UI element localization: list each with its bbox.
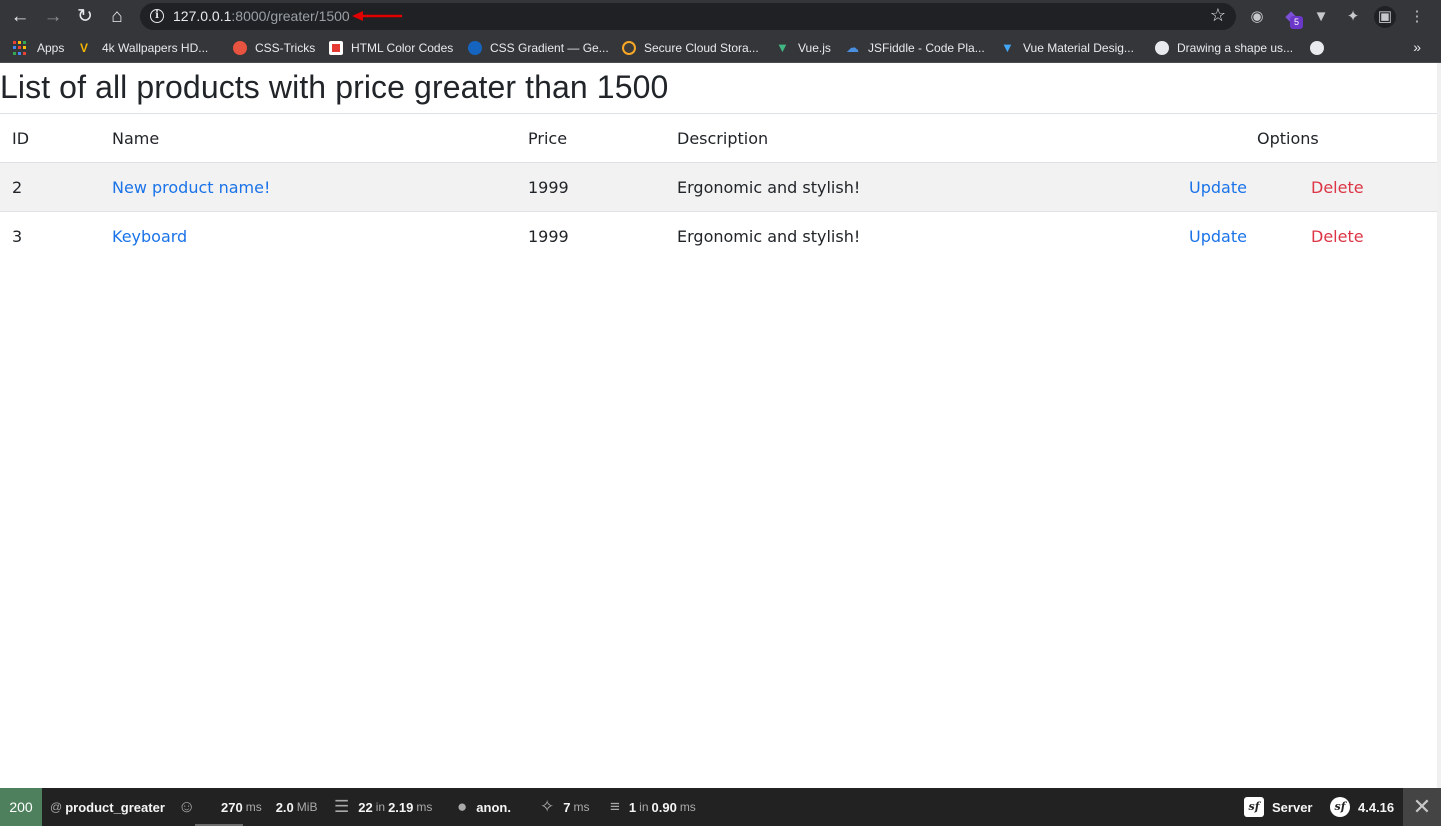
delete-link[interactable]: Delete: [1311, 227, 1364, 246]
extensions-puzzle-icon[interactable]: ✦: [1342, 6, 1364, 28]
globe-icon: [1310, 41, 1324, 55]
css-tricks-icon: [233, 41, 247, 55]
vue-icon: ▼: [776, 40, 789, 55]
database-icon: ≡: [610, 797, 620, 816]
bookmark-jsfiddle[interactable]: ☁ JSFiddle - Code Pla...: [846, 40, 985, 56]
extension-badge: 5: [1290, 16, 1303, 29]
more-bookmarks-icon[interactable]: »: [1413, 39, 1421, 55]
update-link[interactable]: Update: [1189, 227, 1247, 246]
bookmark-globe[interactable]: [1310, 40, 1332, 56]
page-content: List of all products with price greater …: [0, 63, 1437, 788]
camera-icon[interactable]: ◉: [1246, 6, 1268, 28]
close-toolbar-icon[interactable]: ✕: [1403, 788, 1441, 826]
status-code-badge[interactable]: 200: [0, 788, 42, 826]
bookmark-drawing-shape[interactable]: Drawing a shape us...: [1155, 40, 1293, 56]
symfony-version-info[interactable]: sf 4.4.16: [1330, 788, 1394, 826]
table-header-row: ID Name Price Description Options: [0, 113, 1437, 163]
cloud-storage-icon: [622, 41, 636, 55]
html-color-codes-icon: [329, 41, 343, 55]
browser-toolbar: ← → ↻ ⌂ i 127.0.0.1:8000/greater/1500 ☆ …: [0, 0, 1441, 33]
page-scrollbar[interactable]: [1437, 63, 1441, 788]
products-table: ID Name Price Description Options 2 New …: [0, 113, 1437, 261]
product-id: 3: [0, 211, 100, 261]
vue-devtools-icon[interactable]: ▼: [1310, 6, 1332, 28]
back-arrow-icon[interactable]: ←: [7, 4, 33, 30]
info-icon[interactable]: i: [150, 9, 164, 23]
delete-link[interactable]: Delete: [1311, 178, 1364, 197]
layers-icon: ☰: [334, 797, 350, 816]
apps-grid-icon: [13, 41, 27, 55]
bookmark-apps[interactable]: Apps: [13, 40, 64, 56]
user-icon: ●: [457, 797, 468, 816]
bookmark-wallpapers[interactable]: V 4k Wallpapers HD...: [80, 40, 208, 56]
column-header-name: Name: [100, 113, 516, 163]
product-description: Ergonomic and stylish!: [665, 211, 1165, 261]
product-name-link[interactable]: Keyboard: [112, 227, 187, 246]
red-arrow-icon: [352, 11, 402, 21]
url-text[interactable]: 127.0.0.1:8000/greater/1500: [173, 8, 350, 24]
profile-avatar-icon[interactable]: ▣: [1374, 6, 1396, 28]
home-icon[interactable]: ⌂: [104, 4, 130, 30]
product-description: Ergonomic and stylish!: [665, 162, 1165, 212]
page-title: List of all products with price greater …: [0, 69, 669, 105]
symfony-logo-icon: sf: [1330, 797, 1350, 817]
product-price: 1999: [516, 211, 665, 261]
product-name-link[interactable]: New product name!: [112, 178, 270, 197]
reload-icon[interactable]: ↻: [72, 4, 98, 30]
bookmark-vue-material[interactable]: ▼ Vue Material Desig...: [1001, 40, 1134, 56]
bookmark-css-tricks[interactable]: CSS-Tricks: [233, 40, 315, 56]
column-header-options: Options: [1165, 113, 1437, 163]
performance-info[interactable]: 270 ms 2.0 MiB: [221, 788, 317, 826]
menu-dots-icon[interactable]: ⋮: [1406, 6, 1428, 28]
server-info[interactable]: sf Server: [1244, 788, 1312, 826]
jsfiddle-icon: ☁: [846, 40, 859, 55]
events-info[interactable]: ✧ 7 ms: [540, 788, 589, 826]
bookmark-star-icon[interactable]: ☆: [1210, 5, 1226, 26]
table-row: 3 Keyboard 1999 Ergonomic and stylish! U…: [0, 211, 1437, 261]
product-id: 2: [0, 162, 100, 212]
wallpapers-icon: V: [80, 41, 89, 55]
bookmark-css-gradient[interactable]: CSS Gradient — Ge...: [468, 40, 609, 56]
column-header-description: Description: [665, 113, 1165, 163]
route-info[interactable]: @ product_greater: [50, 788, 165, 826]
table-row: 2 New product name! 1999 Ergonomic and s…: [0, 162, 1437, 212]
bookmark-cloud-storage[interactable]: Secure Cloud Stora...: [622, 40, 759, 56]
symfony-server-icon: sf: [1244, 797, 1264, 817]
twig-info[interactable]: ☰ 22 in 2.19 ms: [334, 788, 432, 826]
column-header-price: Price: [516, 113, 665, 163]
address-bar[interactable]: i 127.0.0.1:8000/greater/1500 ☆: [140, 3, 1236, 30]
events-icon: ✧: [540, 797, 555, 816]
bookmark-html-color-codes[interactable]: HTML Color Codes: [329, 40, 453, 56]
user-info[interactable]: ● anon.: [457, 788, 511, 826]
ghost-icon[interactable]: ☺: [178, 788, 195, 826]
forward-arrow-icon[interactable]: →: [40, 4, 66, 30]
symfony-debug-toolbar: 200 @ product_greater ☺ 270 ms 2.0 MiB ☰…: [0, 788, 1441, 826]
vue-material-icon: ▼: [1001, 40, 1014, 55]
css-gradient-icon: [468, 41, 482, 55]
globe-icon: [1155, 41, 1169, 55]
bookmark-vuejs[interactable]: ▼ Vue.js: [776, 40, 831, 56]
update-link[interactable]: Update: [1189, 178, 1247, 197]
bookmarks-bar: Apps V 4k Wallpapers HD... CSS-Tricks HT…: [0, 33, 1441, 63]
product-price: 1999: [516, 162, 665, 212]
column-header-id: ID: [0, 113, 100, 163]
database-info[interactable]: ≡ 1 in 0.90 ms: [610, 788, 696, 826]
